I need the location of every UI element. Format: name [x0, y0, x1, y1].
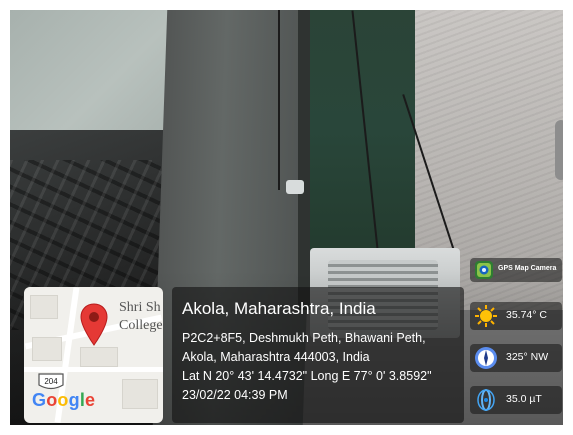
address-line-2: Akola, Maharashtra 444003, India — [182, 350, 370, 364]
map-thumbnail[interactable]: Shri Sh College 204 Google — [24, 287, 163, 423]
google-letter: G — [32, 390, 47, 410]
cable — [278, 10, 280, 190]
map-block — [30, 295, 58, 319]
google-letter: g — [68, 390, 80, 410]
temperature-widget: 35.74° C — [470, 302, 562, 330]
brand-badge: GPS Map Camera — [470, 258, 562, 282]
google-logo: Google — [32, 390, 95, 411]
sensor-widgets: GPS Map Camera 35.74° C 325° NW 35.0 µT — [470, 258, 562, 423]
route-shield-icon: 204 — [38, 373, 64, 390]
cctv-camera — [286, 180, 304, 194]
google-letter: e — [85, 390, 96, 410]
sun-icon — [475, 305, 497, 327]
map-block — [80, 347, 118, 367]
brand-name: GPS Map Camera — [498, 265, 557, 272]
google-letter: o — [57, 390, 69, 410]
location-title: Akola, Maharashtra, India — [182, 299, 376, 318]
coordinates: Lat N 20° 43' 14.4732" Long E 77° 0' 3.8… — [182, 369, 432, 383]
svg-text:204: 204 — [44, 377, 58, 386]
magnetic-field-icon — [477, 389, 495, 411]
wind-value: 325° NW — [506, 351, 549, 363]
wall-bracket — [555, 120, 563, 180]
map-block — [122, 379, 158, 409]
map-place-label: Shri Sh College — [119, 300, 163, 333]
magnetic-value: 35.0 µT — [506, 393, 542, 405]
temperature-value: 35.74° C — [506, 309, 547, 321]
map-pin-icon — [80, 303, 108, 346]
magnetic-widget: 35.0 µT — [470, 386, 562, 414]
google-letter: o — [46, 390, 58, 410]
map-road — [24, 367, 163, 372]
location-info-panel: Akola, Maharashtra, India P2C2+8F5, Desh… — [172, 287, 464, 423]
map-block — [32, 337, 62, 361]
photo-frame: Shri Sh College 204 Google Akola, Mahara… — [0, 0, 573, 435]
address-line-1: P2C2+8F5, Deshmukh Peth, Bhawani Peth, — [182, 331, 426, 345]
wind-icon — [475, 347, 497, 369]
wind-widget: 325° NW — [470, 344, 562, 372]
timestamp: 23/02/22 04:39 PM — [182, 388, 288, 402]
camera-app-icon — [475, 261, 493, 279]
